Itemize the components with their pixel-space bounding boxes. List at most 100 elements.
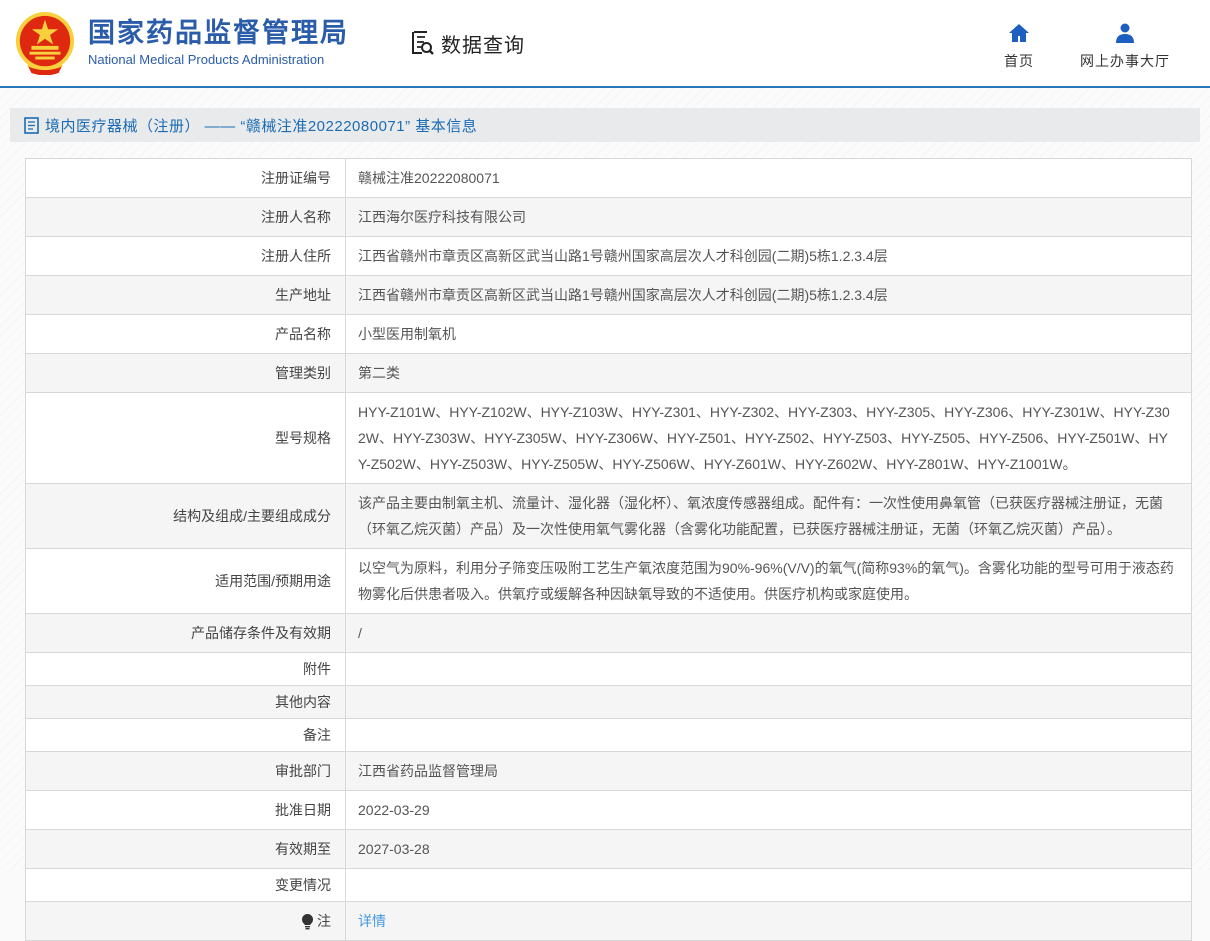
- row-value: 江西省赣州市章贡区高新区武当山路1号赣州国家高层次人才科创园(二期)5栋1.2.…: [346, 276, 1191, 314]
- row-value-text: 该产品主要由制氧主机、流量计、湿化器（湿化杯）、氧浓度传感器组成。配件有：一次性…: [358, 490, 1175, 542]
- row-label-text: 生产地址: [275, 285, 331, 305]
- row-label: 注册人名称: [26, 198, 346, 236]
- row-label-text: 产品名称: [275, 324, 331, 344]
- table-row: 管理类别 第二类: [26, 353, 1191, 392]
- row-value: 小型医用制氧机: [346, 315, 1191, 353]
- table-row: 审批部门 江西省药品监督管理局: [26, 751, 1191, 790]
- user-icon: [1113, 21, 1137, 45]
- row-label: 注册证编号: [26, 159, 346, 197]
- row-label: 型号规格: [26, 393, 346, 483]
- table-row: 变更情况: [26, 868, 1191, 901]
- nav-label-online-hall: 网上办事大厅: [1080, 51, 1170, 71]
- row-label: 批准日期: [26, 791, 346, 829]
- detail-link[interactable]: 详情: [358, 908, 386, 934]
- row-label-text: 注册人名称: [261, 207, 331, 227]
- row-value: 江西海尔医疗科技有限公司: [346, 198, 1191, 236]
- row-label-text: 产品储存条件及有效期: [191, 623, 331, 643]
- document-search-icon: [409, 30, 435, 56]
- row-label: 备注: [26, 719, 346, 751]
- table-row: 生产地址 江西省赣州市章贡区高新区武当山路1号赣州国家高层次人才科创园(二期)5栋…: [26, 275, 1191, 314]
- row-value: 江西省赣州市章贡区高新区武当山路1号赣州国家高层次人才科创园(二期)5栋1.2.…: [346, 237, 1191, 275]
- table-row: 产品名称 小型医用制氧机: [26, 314, 1191, 353]
- row-label-text: 适用范围/预期用途: [215, 571, 331, 591]
- table-row: 其他内容: [26, 685, 1191, 718]
- org-name-en: National Medical Products Administration: [88, 51, 349, 69]
- row-label-text: 审批部门: [275, 761, 331, 781]
- row-label: 有效期至: [26, 830, 346, 868]
- table-row: 备注: [26, 718, 1191, 751]
- table-row: 附件: [26, 652, 1191, 685]
- row-label: 变更情况: [26, 869, 346, 901]
- row-label-text: 型号规格: [275, 428, 331, 448]
- row-value: [346, 719, 1191, 751]
- row-label-text: 附件: [303, 659, 331, 679]
- row-value: 以空气为原料，利用分子筛变压吸附工艺生产氧浓度范围为90%-96%(V/V)的氧…: [346, 549, 1191, 613]
- table-row: 注 详情: [26, 901, 1191, 940]
- row-label-text: 其他内容: [275, 692, 331, 712]
- row-label: 产品储存条件及有效期: [26, 614, 346, 652]
- row-value: /: [346, 614, 1191, 652]
- table-row: 注册人住所 江西省赣州市章贡区高新区武当山路1号赣州国家高层次人才科创园(二期)5…: [26, 236, 1191, 275]
- breadcrumb-title-bar: 境内医疗器械（注册） —— “赣械注准20222080071” 基本信息: [10, 108, 1200, 142]
- home-icon: [1007, 21, 1031, 45]
- row-label-text: 注册证编号: [261, 168, 331, 188]
- page-header: 国家药品监督管理局 National Medical Products Admi…: [0, 0, 1210, 88]
- data-query-button[interactable]: 数据查询: [409, 29, 525, 58]
- row-value: 第二类: [346, 354, 1191, 392]
- row-value-text: 第二类: [358, 360, 400, 386]
- row-value-text: 2027-03-28: [358, 836, 430, 862]
- page-content: 境内医疗器械（注册） —— “赣械注准20222080071” 基本信息 注册证…: [0, 88, 1210, 870]
- row-value: 江西省药品监督管理局: [346, 752, 1191, 790]
- row-value-text: 以空气为原料，利用分子筛变压吸附工艺生产氧浓度范围为90%-96%(V/V)的氧…: [358, 555, 1175, 607]
- row-value-text: /: [358, 620, 362, 646]
- row-label-text: 管理类别: [275, 363, 331, 383]
- row-label: 其他内容: [26, 686, 346, 718]
- row-value-text: 江西省赣州市章贡区高新区武当山路1号赣州国家高层次人才科创园(二期)5栋1.2.…: [358, 282, 888, 308]
- national-emblem-icon: [14, 11, 76, 75]
- row-value: [346, 869, 1191, 901]
- header-nav: 首页 网上办事大厅: [1004, 15, 1170, 71]
- row-value-text: HYY-Z101W、HYY-Z102W、HYY-Z103W、HYY-Z301、H…: [358, 399, 1175, 477]
- row-label-text: 注: [317, 911, 331, 931]
- nav-item-online-hall[interactable]: 网上办事大厅: [1080, 15, 1170, 71]
- nav-label-home: 首页: [1004, 51, 1034, 71]
- registration-info-table: 注册证编号 赣械注准20222080071 注册人名称 江西海尔医疗科技有限公司注册人…: [25, 158, 1192, 941]
- row-label-text: 变更情况: [275, 875, 331, 895]
- row-label-text: 备注: [303, 725, 331, 745]
- row-label: 结构及组成/主要组成成分: [26, 484, 346, 548]
- row-label: 适用范围/预期用途: [26, 549, 346, 613]
- row-label: 注: [26, 902, 346, 940]
- row-label: 审批部门: [26, 752, 346, 790]
- bulb-icon: [301, 914, 314, 930]
- row-value-text: 江西省赣州市章贡区高新区武当山路1号赣州国家高层次人才科创园(二期)5栋1.2.…: [358, 243, 888, 269]
- row-value: 2027-03-28: [346, 830, 1191, 868]
- row-label-text: 有效期至: [275, 839, 331, 859]
- row-value-text: 江西海尔医疗科技有限公司: [358, 204, 526, 230]
- row-label-text: 注册人住所: [261, 246, 331, 266]
- row-label: 附件: [26, 653, 346, 685]
- row-value: 2022-03-29: [346, 791, 1191, 829]
- table-row: 批准日期 2022-03-29: [26, 790, 1191, 829]
- row-value: [346, 653, 1191, 685]
- org-name-zh: 国家药品监督管理局: [88, 17, 349, 49]
- page-title: 境内医疗器械（注册） —— “赣械注准20222080071” 基本信息: [45, 115, 477, 136]
- row-value-text: 赣械注准20222080071: [358, 165, 500, 191]
- row-value: HYY-Z101W、HYY-Z102W、HYY-Z103W、HYY-Z301、H…: [346, 393, 1191, 483]
- row-value-text: 小型医用制氧机: [358, 321, 456, 347]
- row-value: [346, 686, 1191, 718]
- row-value: 该产品主要由制氧主机、流量计、湿化器（湿化杯）、氧浓度传感器组成。配件有：一次性…: [346, 484, 1191, 548]
- row-value-text: 江西省药品监督管理局: [358, 758, 498, 784]
- row-label: 产品名称: [26, 315, 346, 353]
- row-value-text: 2022-03-29: [358, 797, 430, 823]
- table-row: 结构及组成/主要组成成分 该产品主要由制氧主机、流量计、湿化器（湿化杯）、氧浓度传…: [26, 483, 1191, 548]
- data-query-label: 数据查询: [441, 29, 525, 58]
- nav-item-home[interactable]: 首页: [1004, 15, 1034, 71]
- row-label-text: 批准日期: [275, 800, 331, 820]
- document-icon: [24, 117, 39, 134]
- row-label: 生产地址: [26, 276, 346, 314]
- row-value: 赣械注准20222080071: [346, 159, 1191, 197]
- table-row: 适用范围/预期用途 以空气为原料，利用分子筛变压吸附工艺生产氧浓度范围为90%-9…: [26, 548, 1191, 613]
- row-label-text: 结构及组成/主要组成成分: [173, 506, 331, 526]
- table-row: 注册证编号 赣械注准20222080071: [26, 159, 1191, 197]
- row-label: 注册人住所: [26, 237, 346, 275]
